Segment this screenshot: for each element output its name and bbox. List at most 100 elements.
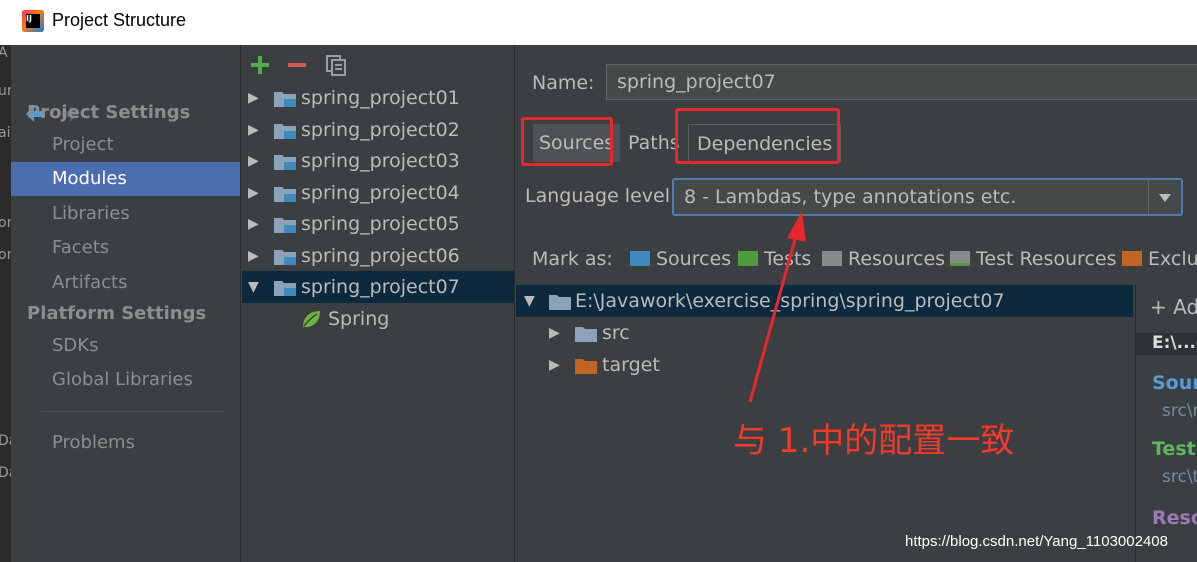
tree-node-label: src [602,322,630,344]
test-source-folder-entry[interactable]: src\t [1162,467,1197,487]
module-label: spring_project05 [301,213,460,235]
sidebar-item-artifacts[interactable]: Artifacts [11,266,240,300]
module-item[interactable]: ▶ spring_project04 [242,177,514,209]
module-name-field[interactable]: spring_project07 [606,64,1197,100]
window-title: Project Structure [52,10,187,30]
resources-folder-icon [822,251,842,266]
module-details-pane: Name: spring_project07 Sources Paths Dep… [516,45,1197,562]
module-label: spring_project01 [301,87,460,109]
sidebar-item-global-libraries[interactable]: Global Libraries [11,363,240,397]
highlight-box-dependencies [675,108,840,164]
module-folder-icon [274,218,296,233]
module-label: spring_project04 [301,182,460,204]
intellij-app-icon [22,10,44,32]
modules-pane: ▶ spring_project01 ▶ spring_project02 ▶ … [242,45,514,562]
chevron-down-icon[interactable] [1148,180,1181,214]
mark-as-resources-button[interactable]: Resources [822,248,945,270]
mark-as-test-resources-label: Test Resources [976,248,1117,270]
excluded-folder-icon [1122,251,1142,266]
add-icon[interactable] [248,53,272,77]
module-label: spring_project03 [301,150,460,172]
module-folder-icon [274,155,296,170]
test-resources-folder-icon [950,251,970,266]
mark-as-sources-button[interactable]: Sources [630,248,731,270]
bg-fragment: ur [0,83,11,99]
annotation-text: 与 1.中的配置一致 [733,421,1015,461]
facet-label: Spring [328,308,390,330]
module-item-selected[interactable]: ▼ spring_project07 [242,271,514,303]
sidebar-item-project[interactable]: Project [11,128,240,162]
source-folder-entry[interactable]: src\r [1162,401,1197,421]
sidebar-item-sdks[interactable]: SDKs [11,329,240,363]
expand-arrow-icon[interactable]: ▶ [248,145,259,177]
resource-folders-heading: Resou [1152,507,1197,529]
collapse-arrow-icon[interactable]: ▼ [524,285,535,317]
source-folders-heading: Source [1152,372,1197,394]
module-folder-icon [274,281,296,296]
sidebar-item-facets[interactable]: Facets [11,231,240,265]
facet-item[interactable]: Spring [242,303,514,335]
test-source-folders-heading: Test S [1152,438,1197,460]
title-bar: Project Structure [0,0,1197,45]
mark-as-resources-label: Resources [848,248,946,270]
tab-paths[interactable]: Paths [628,124,680,162]
module-folder-icon [274,124,296,139]
remove-icon[interactable] [285,53,309,77]
tests-folder-icon [738,251,758,266]
module-item[interactable]: ▶ spring_project03 [242,145,514,177]
copy-icon[interactable] [324,53,348,77]
sidebar-item-libraries[interactable]: Libraries [11,197,240,231]
content-root-info-panel: + Ad E:\...e Source src\r Test S src\t R… [1135,285,1197,562]
module-item[interactable]: ▶ spring_project06 [242,240,514,272]
module-item[interactable]: ▶ spring_project01 [242,82,514,114]
name-label: Name: [532,72,595,94]
mark-as-tests-button[interactable]: Tests [738,248,811,270]
module-label: spring_project02 [301,119,460,141]
highlight-box-sources [521,117,613,166]
bg-fragment: or [0,215,11,231]
collapse-arrow-icon[interactable]: ▼ [248,271,259,303]
sidebar-item-problems[interactable]: Problems [11,426,240,460]
tree-node-src[interactable]: ▶ src [516,317,1133,349]
add-content-root-button[interactable]: + Ad [1150,295,1197,319]
expand-arrow-icon[interactable]: ▶ [248,240,259,272]
language-level-label: Language level: [525,185,677,207]
content-root-row[interactable]: ▼ E:\Javawork\exercise_spring\spring_pro… [516,285,1133,317]
language-level-select[interactable]: 8 - Lambdas, type annotations etc. [672,178,1183,216]
platform-settings-heading: Platform Settings [27,303,207,324]
bg-fragment: Da [0,433,11,449]
expand-arrow-icon[interactable]: ▶ [549,349,560,381]
pane-divider[interactable] [514,45,515,562]
expand-arrow-icon[interactable]: ▶ [248,208,259,240]
sidebar-item-modules[interactable]: Modules [11,162,240,196]
sources-folder-icon [630,251,650,266]
bg-fragment: ai [0,125,11,141]
mark-as-test-resources-button[interactable]: Test Resources [950,248,1117,270]
mark-as-excluded-label: Exclu [1148,248,1197,270]
excluded-folder-icon [575,359,597,374]
mark-as-excluded-button[interactable]: Exclu [1122,248,1197,270]
module-folder-icon [274,187,296,202]
bg-fragment: A [0,45,8,61]
settings-sidebar: Project Settings Project Modules Librari… [11,45,240,562]
background-window-fragment: se A ur ai or or Da Da [0,45,11,562]
project-settings-heading: Project Settings [27,102,191,123]
tree-node-target[interactable]: ▶ target [516,349,1133,381]
module-label: spring_project07 [301,276,460,298]
module-folder-icon [274,250,296,265]
bg-fragment: or [0,247,11,263]
expand-arrow-icon[interactable]: ▶ [248,114,259,146]
tree-node-label: target [602,354,660,376]
pane-divider[interactable] [240,45,241,562]
expand-arrow-icon[interactable]: ▶ [248,177,259,209]
module-item[interactable]: ▶ spring_project02 [242,114,514,146]
language-level-value: 8 - Lambdas, type annotations etc. [684,186,1017,208]
folder-icon [549,295,571,310]
bg-fragment: Da [0,465,11,481]
mark-as-label: Mark as: [532,248,613,270]
module-item[interactable]: ▶ spring_project05 [242,208,514,240]
mark-as-sources-label: Sources [656,248,732,270]
expand-arrow-icon[interactable]: ▶ [248,82,259,114]
folder-icon [575,327,597,342]
expand-arrow-icon[interactable]: ▶ [549,317,560,349]
